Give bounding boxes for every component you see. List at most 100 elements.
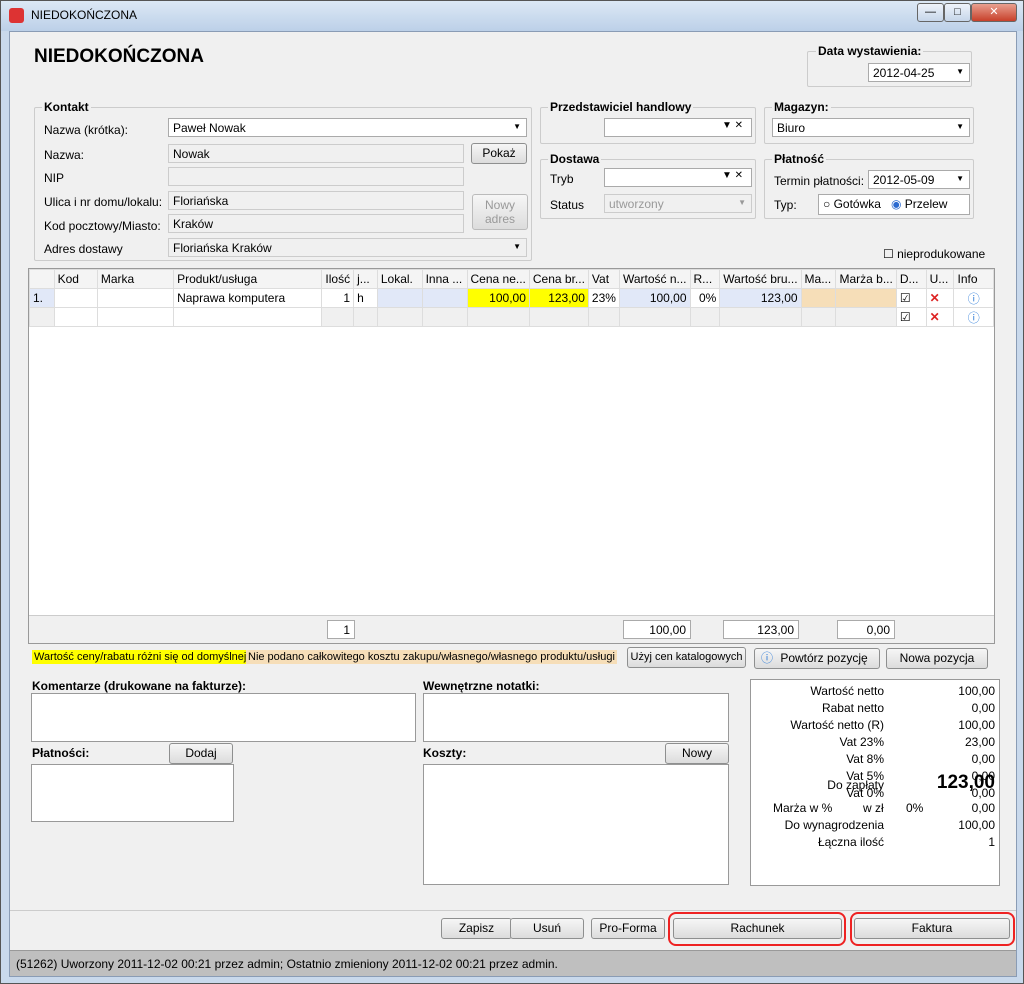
table-row-new[interactable]: ☑ ✕ ⓘ xyxy=(29,307,994,327)
proforma-button[interactable]: Pro-Forma xyxy=(591,918,665,939)
invoice-button[interactable]: Faktura xyxy=(854,918,1010,939)
cell[interactable] xyxy=(689,307,721,327)
column-header[interactable]: R... xyxy=(689,269,721,289)
total-qty-value: 1 xyxy=(988,835,995,849)
info-icon[interactable]: ⓘ xyxy=(953,307,994,327)
column-header[interactable]: Info xyxy=(953,269,994,289)
status-select[interactable]: utworzony xyxy=(604,194,752,213)
cell[interactable] xyxy=(321,307,355,327)
dropdown-arrow-icon[interactable]: ▼ ✕ xyxy=(722,120,743,131)
cell[interactable] xyxy=(376,307,423,327)
cell[interactable] xyxy=(353,307,378,327)
repeat-item-button[interactable]: ⓘ Powtórz pozycję xyxy=(754,648,880,669)
cash-radio[interactable]: ○ Gotówka xyxy=(823,197,881,211)
minimize-button[interactable]: — xyxy=(917,3,944,22)
column-header[interactable]: Produkt/usługa xyxy=(173,269,323,289)
notes-label: Wewnętrzne notatki: xyxy=(423,679,540,693)
cell[interactable] xyxy=(421,307,468,327)
cell[interactable] xyxy=(528,307,589,327)
new-cost-button[interactable]: Nowy xyxy=(665,743,729,764)
cell[interactable] xyxy=(53,307,98,327)
save-button[interactable]: Zapisz xyxy=(441,918,512,939)
date-picker[interactable]: 2012-04-25 xyxy=(868,63,970,82)
delete-icon[interactable]: ✕ xyxy=(925,288,955,308)
cell[interactable] xyxy=(466,307,530,327)
column-header[interactable]: Cena ne... xyxy=(466,269,530,289)
cell-lokal[interactable] xyxy=(376,288,423,308)
checkbox-icon[interactable]: ☑ xyxy=(895,288,927,308)
summary-label: Wartość netto (R) xyxy=(790,718,884,732)
cell-marza xyxy=(800,288,837,308)
cell-rabat[interactable]: 0% xyxy=(689,288,721,308)
summary-label: Vat 23% xyxy=(839,735,884,749)
cell-jm[interactable]: h xyxy=(353,288,378,308)
column-header[interactable]: Wartość bru... xyxy=(719,269,802,289)
summary-row: Vat 0% 0,00 xyxy=(751,786,999,803)
transfer-radio[interactable]: ◉ Przelew xyxy=(891,197,948,211)
nip-field[interactable] xyxy=(168,167,464,186)
cell[interactable] xyxy=(835,307,897,327)
column-header[interactable]: Marża b... xyxy=(835,269,897,289)
remuneration-label: Do wynagrodzenia xyxy=(784,818,884,832)
city-field[interactable]: Kraków xyxy=(168,214,464,233)
cell-ilosc[interactable]: 1 xyxy=(321,288,355,308)
cell[interactable] xyxy=(719,307,802,327)
delete-icon[interactable]: ✕ xyxy=(925,307,955,327)
receipt-button[interactable]: Rachunek xyxy=(673,918,842,939)
warehouse-select[interactable]: Biuro xyxy=(772,118,970,137)
column-header[interactable]: Ilość xyxy=(321,269,355,289)
summary-value: 0,00 xyxy=(971,786,995,800)
cell[interactable] xyxy=(618,307,691,327)
column-header[interactable]: Ma... xyxy=(800,269,837,289)
cell-wartosc-netto: 100,00 xyxy=(618,288,691,308)
cell-kod[interactable] xyxy=(53,288,98,308)
cell-cena-brutto[interactable]: 123,00 xyxy=(528,288,589,308)
name-field[interactable]: Nowak xyxy=(168,144,464,163)
column-header[interactable]: Cena br... xyxy=(528,269,589,289)
column-header[interactable]: U... xyxy=(925,269,955,289)
delivery-address-select[interactable]: Floriańska Kraków xyxy=(168,238,527,257)
new-address-button[interactable]: Nowy adres xyxy=(472,194,528,230)
short-name-select[interactable]: Paweł Nowak xyxy=(168,118,527,137)
street-field[interactable]: Floriańska xyxy=(168,191,464,210)
cell-inna[interactable] xyxy=(421,288,468,308)
column-header[interactable]: Wartość n... xyxy=(618,269,691,289)
column-header[interactable]: j... xyxy=(353,269,378,289)
maximize-button[interactable]: □ xyxy=(944,3,971,22)
column-header[interactable]: Inna ... xyxy=(421,269,468,289)
show-button[interactable]: Pokaż xyxy=(471,143,527,164)
clear-icon[interactable]: ▼ ✕ xyxy=(722,170,743,181)
close-button[interactable]: ✕ xyxy=(971,3,1017,22)
notes-textarea[interactable] xyxy=(423,693,729,742)
table-row[interactable]: 1. Naprawa komputera 1 h 100,00 123,00 2… xyxy=(29,288,994,308)
delete-button[interactable]: Usuń xyxy=(510,918,584,939)
cell-marka[interactable] xyxy=(96,288,175,308)
cell-vat[interactable]: 23% xyxy=(587,288,620,308)
due-date-picker[interactable]: 2012-05-09 xyxy=(868,170,970,189)
cell[interactable] xyxy=(96,307,175,327)
unproduced-checkbox[interactable]: ☐ nieprodukowane xyxy=(883,247,985,261)
cell-no: 1. xyxy=(29,288,55,308)
costs-list[interactable] xyxy=(423,764,729,885)
app-icon xyxy=(9,8,24,23)
cell-cena-netto[interactable]: 100,00 xyxy=(466,288,530,308)
cell-produkt[interactable]: Naprawa komputera xyxy=(173,288,323,308)
short-name-label: Nazwa (krótka): xyxy=(44,123,129,137)
new-item-button[interactable]: Nowa pozycja xyxy=(886,648,988,669)
column-header[interactable] xyxy=(29,269,55,289)
add-payment-button[interactable]: Dodaj xyxy=(169,743,233,764)
cell[interactable] xyxy=(587,307,620,327)
payments-list[interactable] xyxy=(31,764,234,822)
column-header[interactable]: Marka xyxy=(96,269,175,289)
column-header[interactable]: D... xyxy=(895,269,927,289)
cell[interactable] xyxy=(173,307,323,327)
column-header[interactable]: Vat xyxy=(587,269,620,289)
summary-row: Wartość netto (R) 100,00 xyxy=(751,718,999,735)
comments-textarea[interactable] xyxy=(31,693,416,742)
column-header[interactable]: Lokal. xyxy=(376,269,423,289)
cell[interactable] xyxy=(800,307,837,327)
column-header[interactable]: Kod xyxy=(53,269,98,289)
info-icon[interactable]: ⓘ xyxy=(953,288,994,308)
checkbox-icon[interactable]: ☑ xyxy=(895,307,927,327)
catalog-prices-button[interactable]: Użyj cen katalogowych xyxy=(627,647,746,668)
